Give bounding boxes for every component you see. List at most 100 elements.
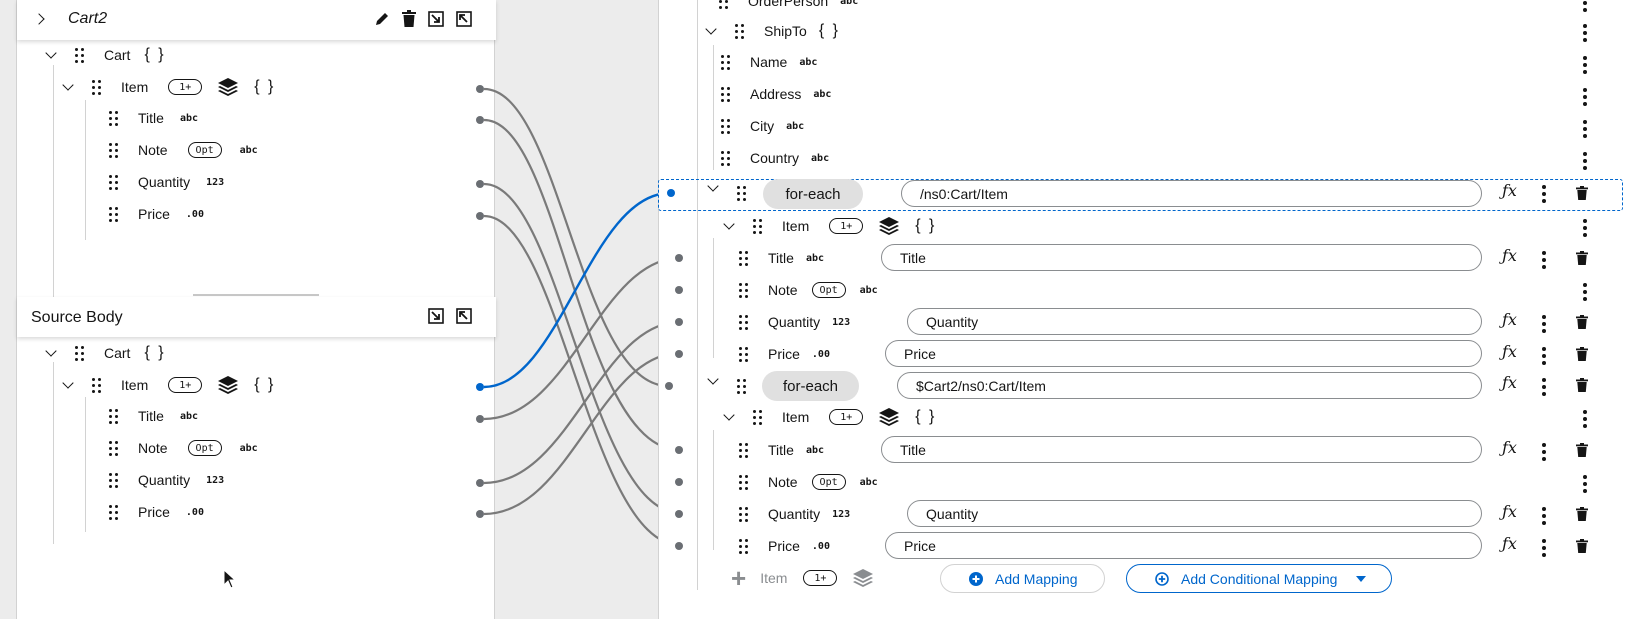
mapping-field-quantity[interactable]: Quantity 123 (739, 309, 850, 335)
kebab-menu-icon[interactable] (1583, 152, 1587, 170)
drag-handle-icon[interactable] (721, 86, 730, 102)
drag-handle-icon[interactable] (739, 506, 748, 522)
trash-icon[interactable] (1576, 347, 1588, 361)
plus-icon[interactable]: + (731, 565, 746, 591)
tree-node-orderperson[interactable]: OrderPerson abc (719, 0, 858, 14)
function-icon[interactable]: ƒx (1502, 310, 1517, 329)
mapping-field-title[interactable]: Title abc (739, 245, 824, 271)
xpath-expression-input[interactable]: Quantity (907, 500, 1482, 527)
kebab-menu-icon[interactable] (1583, 88, 1587, 106)
tree-field[interactable]: Name abc (721, 49, 817, 75)
function-icon[interactable]: ƒx (1502, 438, 1517, 457)
add-item-row[interactable]: + Item 1+ (731, 565, 874, 591)
trash-icon[interactable] (1576, 539, 1588, 553)
selected-mapping-line[interactable] (483, 191, 671, 389)
mapping-field-note[interactable]: Note Opt abc (739, 469, 878, 495)
drag-handle-icon[interactable] (753, 218, 762, 234)
xpath-expression-input[interactable]: Quantity (907, 308, 1482, 335)
connection-port[interactable] (667, 189, 675, 197)
xpath-expression-input[interactable]: Price (885, 340, 1482, 367)
mapping-field-quantity[interactable]: Quantity 123 (739, 501, 850, 527)
drag-handle-icon[interactable] (719, 0, 728, 9)
connection-port[interactable] (665, 382, 673, 390)
function-icon[interactable]: ƒx (1502, 373, 1517, 392)
xpath-expression-input[interactable]: /ns0:Cart/Item (901, 180, 1482, 207)
drag-handle-icon[interactable] (739, 314, 748, 330)
trash-icon[interactable] (1576, 443, 1588, 457)
mapping-field-title[interactable]: Title abc (739, 437, 824, 463)
button-label: Add Mapping (995, 570, 1078, 587)
field-label: City (750, 118, 775, 134)
add-mapping-button[interactable]: Add Mapping (940, 564, 1105, 593)
xpath-expression-input[interactable]: Title (881, 436, 1482, 463)
drag-handle-icon[interactable] (753, 409, 762, 425)
connection-port[interactable] (675, 350, 683, 358)
xpath-expression-input[interactable]: Price (885, 532, 1482, 559)
tree-node-item[interactable]: Item 1+ { } (723, 213, 936, 239)
connection-port[interactable] (675, 510, 683, 518)
mapping-field-price[interactable]: Price .00 (739, 341, 830, 367)
drag-handle-icon[interactable] (721, 150, 730, 166)
chevron-down-icon[interactable] (723, 409, 735, 421)
mapping-line[interactable] (483, 320, 681, 485)
mapping-line[interactable] (483, 118, 681, 452)
function-icon[interactable]: ƒx (1502, 342, 1517, 361)
mapping-field-price[interactable]: Price .00 (739, 533, 830, 559)
kebab-menu-icon[interactable] (1583, 410, 1587, 428)
kebab-menu-icon[interactable] (1542, 539, 1546, 557)
xpath-expression-input[interactable]: Title (881, 244, 1482, 271)
kebab-menu-icon[interactable] (1542, 443, 1546, 461)
connection-port[interactable] (675, 318, 683, 326)
drag-handle-icon[interactable] (739, 538, 748, 554)
drag-handle-icon[interactable] (739, 442, 748, 458)
trash-icon[interactable] (1576, 315, 1588, 329)
function-icon[interactable]: ƒx (1502, 534, 1517, 553)
kebab-menu-icon[interactable] (1542, 347, 1546, 365)
connection-port[interactable] (675, 446, 683, 454)
xpath-expression-input[interactable]: $Cart2/ns0:Cart/Item (897, 372, 1482, 399)
chevron-down-icon[interactable] (707, 373, 719, 385)
drag-handle-icon[interactable] (739, 250, 748, 266)
connection-port[interactable] (675, 478, 683, 486)
kebab-menu-icon[interactable] (1542, 251, 1546, 269)
connection-port[interactable] (675, 254, 683, 262)
chevron-down-icon[interactable] (723, 218, 735, 230)
kebab-menu-icon[interactable] (1542, 378, 1546, 396)
tree-field[interactable]: City abc (721, 113, 804, 139)
kebab-menu-icon[interactable] (1583, 24, 1587, 42)
kebab-menu-icon[interactable] (1583, 283, 1587, 301)
kebab-menu-icon[interactable] (1583, 219, 1587, 237)
kebab-menu-icon[interactable] (1542, 185, 1546, 203)
drag-handle-icon[interactable] (721, 54, 730, 70)
function-icon[interactable]: ƒx (1502, 246, 1517, 265)
drag-handle-icon[interactable] (739, 346, 748, 362)
tree-field[interactable]: Country abc (721, 145, 829, 171)
kebab-menu-icon[interactable] (1583, 56, 1587, 74)
function-icon[interactable]: ƒx (1502, 502, 1517, 521)
drag-handle-icon[interactable] (721, 118, 730, 134)
add-conditional-mapping-button[interactable]: Add Conditional Mapping (1126, 564, 1392, 593)
drag-handle-icon[interactable] (737, 379, 746, 394)
kebab-menu-icon[interactable] (1583, 0, 1587, 12)
kebab-menu-icon[interactable] (1583, 475, 1587, 493)
mapping-field-note[interactable]: Note Opt abc (739, 277, 878, 303)
trash-icon[interactable] (1576, 251, 1588, 265)
tree-node-shipto[interactable]: ShipTo { } (705, 18, 840, 44)
chevron-down-icon[interactable] (705, 23, 717, 35)
drag-handle-icon[interactable] (739, 282, 748, 298)
tree-field[interactable]: Address abc (721, 81, 831, 107)
connection-port[interactable] (675, 542, 683, 550)
connection-port[interactable] (675, 286, 683, 294)
kebab-menu-icon[interactable] (1542, 507, 1546, 525)
function-icon[interactable]: ƒx (1502, 181, 1517, 200)
mapping-line[interactable] (483, 87, 669, 388)
trash-icon[interactable] (1576, 378, 1588, 392)
drag-handle-icon[interactable] (735, 23, 744, 39)
kebab-menu-icon[interactable] (1542, 315, 1546, 333)
trash-icon[interactable] (1576, 186, 1588, 200)
drag-handle-icon[interactable] (739, 474, 748, 490)
tree-node-item[interactable]: Item 1+ { } (723, 404, 936, 430)
drag-handle-icon[interactable] (737, 186, 746, 201)
kebab-menu-icon[interactable] (1583, 120, 1587, 138)
trash-icon[interactable] (1576, 507, 1588, 521)
